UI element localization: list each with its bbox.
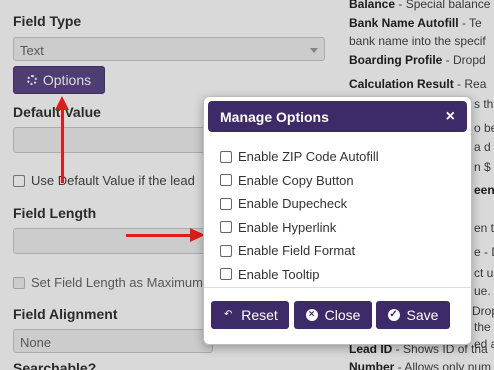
options-list: Enable ZIP Code Autofill Enable Copy But…: [220, 145, 379, 286]
option-field-format[interactable]: Enable Field Format: [220, 239, 379, 263]
option-tooltip[interactable]: Enable Tooltip: [220, 263, 379, 287]
option-label: Enable Dupecheck: [238, 196, 348, 212]
option-label: Enable Tooltip: [238, 266, 320, 282]
reset-button[interactable]: ↶ Reset: [211, 301, 289, 329]
option-dupecheck[interactable]: Enable Dupecheck: [220, 192, 379, 216]
annotation-arrowhead-up: [55, 96, 69, 110]
dialog-header: Manage Options ×: [208, 101, 467, 132]
option-label: Enable ZIP Code Autofill: [238, 149, 379, 165]
option-hyperlink[interactable]: Enable Hyperlink: [220, 216, 379, 240]
manage-options-dialog: Manage Options × Enable ZIP Code Autofil…: [203, 96, 472, 345]
reset-button-label: Reset: [241, 307, 278, 323]
option-checkbox[interactable]: [220, 244, 232, 257]
option-checkbox[interactable]: [220, 150, 232, 163]
option-label: Enable Hyperlink: [238, 219, 337, 235]
undo-icon: ↶: [224, 309, 233, 320]
save-button-label: Save: [406, 307, 439, 323]
annotation-arrow-right: [126, 234, 191, 237]
option-checkbox[interactable]: [220, 197, 232, 210]
close-icon[interactable]: ×: [446, 108, 455, 126]
dialog-footer-divider: [204, 287, 471, 288]
close-button-label: Close: [324, 307, 361, 323]
annotation-arrow-up: [61, 108, 64, 183]
save-button[interactable]: ✓ Save: [376, 301, 450, 329]
option-zip-autofill[interactable]: Enable ZIP Code Autofill: [220, 145, 379, 169]
close-button[interactable]: × Close: [294, 301, 372, 329]
option-label: Enable Field Format: [238, 243, 356, 259]
option-checkbox[interactable]: [220, 174, 232, 187]
option-checkbox[interactable]: [220, 268, 232, 281]
option-label: Enable Copy Button: [238, 172, 354, 188]
dialog-title: Manage Options: [220, 108, 329, 125]
option-checkbox[interactable]: [220, 221, 232, 234]
check-circle-icon: ✓: [387, 309, 400, 321]
close-circle-icon: ×: [305, 309, 318, 321]
option-copy-button[interactable]: Enable Copy Button: [220, 169, 379, 193]
